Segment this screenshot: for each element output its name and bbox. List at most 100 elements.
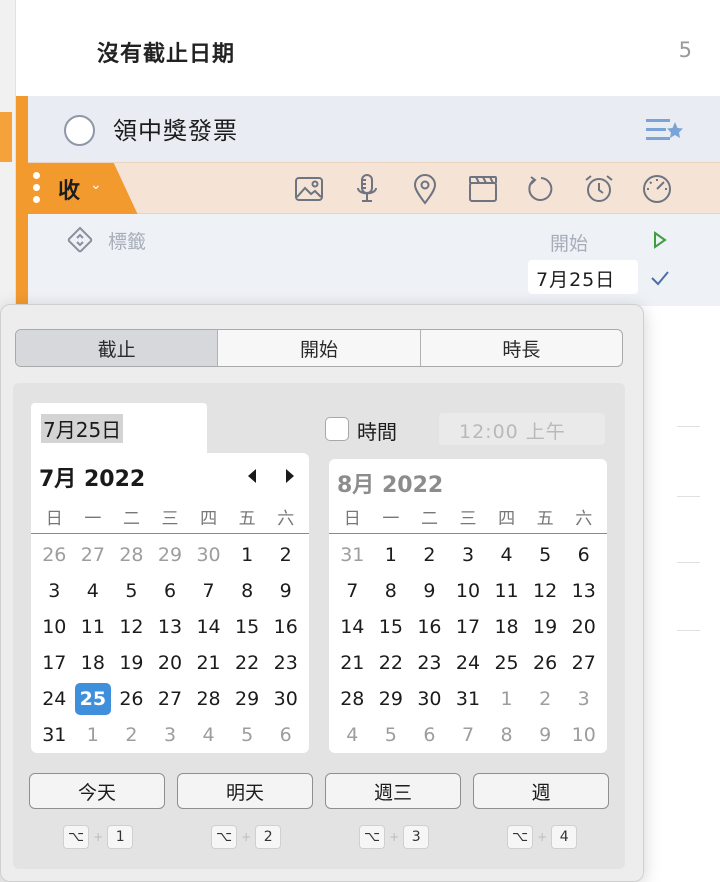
calendar-day[interactable]: 7: [189, 573, 228, 609]
calendar-day[interactable]: 24: [35, 681, 74, 717]
calendar-day[interactable]: 1: [228, 537, 267, 573]
calendar-day[interactable]: 21: [333, 645, 372, 681]
checkmark-icon[interactable]: [650, 269, 670, 287]
calendar-day[interactable]: 12: [112, 609, 151, 645]
calendar-day[interactable]: 17: [449, 609, 488, 645]
calendar-day[interactable]: 22: [372, 645, 411, 681]
date-input[interactable]: 7月25日: [31, 403, 207, 453]
calendar-day[interactable]: 17: [35, 645, 74, 681]
calendar-day[interactable]: 19: [112, 645, 151, 681]
calendar-day[interactable]: 15: [372, 609, 411, 645]
calendar-day[interactable]: 6: [564, 537, 603, 573]
calendar-day[interactable]: 16: [266, 609, 305, 645]
calendar-day[interactable]: 18: [74, 645, 113, 681]
calendar-day[interactable]: 27: [564, 645, 603, 681]
location-pin-icon[interactable]: [408, 172, 442, 206]
calendar-day[interactable]: 3: [35, 573, 74, 609]
calendar-day[interactable]: 30: [189, 537, 228, 573]
calendar-day[interactable]: 10: [449, 573, 488, 609]
image-icon[interactable]: [292, 172, 326, 206]
calendar-day[interactable]: 8: [487, 717, 526, 753]
chevron-down-icon[interactable]: ⌄: [90, 177, 102, 193]
calendar-day[interactable]: 29: [372, 681, 411, 717]
calendar-day[interactable]: 22: [228, 645, 267, 681]
calendar-day[interactable]: 6: [410, 717, 449, 753]
calendar-day[interactable]: 15: [228, 609, 267, 645]
task-title[interactable]: 領中獎發票: [113, 111, 238, 146]
calendar-day[interactable]: 18: [487, 609, 526, 645]
calendar-day[interactable]: 12: [526, 573, 565, 609]
calendar-day[interactable]: 31: [333, 537, 372, 573]
today-button[interactable]: 今天: [29, 773, 165, 809]
calendar-day[interactable]: 28: [112, 537, 151, 573]
tag-icon[interactable]: [66, 226, 94, 254]
calendar-day[interactable]: 14: [189, 609, 228, 645]
calendar-day[interactable]: 30: [410, 681, 449, 717]
calendar-day[interactable]: 3: [449, 537, 488, 573]
task-row[interactable]: 領中獎發票: [28, 96, 720, 162]
calendar-day[interactable]: 5: [526, 537, 565, 573]
calendar-day[interactable]: 20: [564, 609, 603, 645]
calendar-day[interactable]: 4: [189, 717, 228, 753]
calendar-day[interactable]: 9: [266, 573, 305, 609]
calendar-day[interactable]: 27: [74, 537, 113, 573]
drag-handle-icon[interactable]: [33, 172, 41, 206]
calendar-day-selected[interactable]: 25: [74, 681, 113, 717]
calendar-day[interactable]: 16: [410, 609, 449, 645]
gauge-icon[interactable]: [640, 172, 674, 206]
calendar-day[interactable]: 21: [189, 645, 228, 681]
previous-month-icon[interactable]: [245, 467, 259, 485]
tab-start[interactable]: 開始: [218, 330, 421, 366]
calendar-day[interactable]: 1: [372, 537, 411, 573]
tags-placeholder[interactable]: 標籤: [108, 227, 146, 254]
calendar-day[interactable]: 25: [487, 645, 526, 681]
tab-due[interactable]: 截止: [16, 330, 219, 366]
calendar-day[interactable]: 7: [449, 717, 488, 753]
time-checkbox[interactable]: [325, 417, 349, 441]
calendar-day[interactable]: 27: [151, 681, 190, 717]
date-input-value[interactable]: 7月25日: [41, 414, 124, 443]
calendar-day[interactable]: 19: [526, 609, 565, 645]
calendar-day[interactable]: 7: [333, 573, 372, 609]
calendar-day[interactable]: 31: [449, 681, 488, 717]
calendar-day[interactable]: 28: [189, 681, 228, 717]
calendar-day[interactable]: 1: [74, 717, 113, 753]
calendar-day[interactable]: 2: [112, 717, 151, 753]
repeat-icon[interactable]: [524, 172, 558, 206]
calendar-day[interactable]: 10: [35, 609, 74, 645]
calendar-day[interactable]: 20: [151, 645, 190, 681]
calendar-day[interactable]: 28: [333, 681, 372, 717]
calendar-day[interactable]: 14: [333, 609, 372, 645]
calendar-day[interactable]: 26: [526, 645, 565, 681]
tab-duration[interactable]: 時長: [421, 330, 622, 366]
calendar-day[interactable]: 10: [564, 717, 603, 753]
calendar-day[interactable]: 8: [228, 573, 267, 609]
calendar-day[interactable]: 2: [410, 537, 449, 573]
start-date-field[interactable]: 7月25日: [528, 260, 638, 294]
calendar-day[interactable]: 11: [487, 573, 526, 609]
list-label[interactable]: 收: [58, 173, 80, 205]
calendar-day[interactable]: 4: [333, 717, 372, 753]
clapperboard-icon[interactable]: [466, 172, 500, 206]
calendar-day[interactable]: 3: [564, 681, 603, 717]
calendar-day[interactable]: 26: [35, 537, 74, 573]
calendar-day[interactable]: 24: [449, 645, 488, 681]
calendar-day[interactable]: 13: [151, 609, 190, 645]
list-selector[interactable]: 收 ⌄: [28, 163, 138, 215]
calendar-day[interactable]: 29: [151, 537, 190, 573]
calendar-day[interactable]: 29: [228, 681, 267, 717]
week-button[interactable]: 週: [473, 773, 609, 809]
calendar-day[interactable]: 23: [266, 645, 305, 681]
calendar-day[interactable]: 3: [151, 717, 190, 753]
calendar-day[interactable]: 31: [35, 717, 74, 753]
calendar-day[interactable]: 5: [372, 717, 411, 753]
calendar-day[interactable]: 26: [112, 681, 151, 717]
task-complete-checkbox[interactable]: [64, 115, 95, 146]
calendar-day[interactable]: 5: [112, 573, 151, 609]
calendar-day[interactable]: 9: [526, 717, 565, 753]
alarm-clock-icon[interactable]: [582, 172, 616, 206]
calendar-day[interactable]: 8: [372, 573, 411, 609]
calendar-day[interactable]: 1: [487, 681, 526, 717]
calendar-day[interactable]: 2: [526, 681, 565, 717]
calendar-day[interactable]: 11: [74, 609, 113, 645]
